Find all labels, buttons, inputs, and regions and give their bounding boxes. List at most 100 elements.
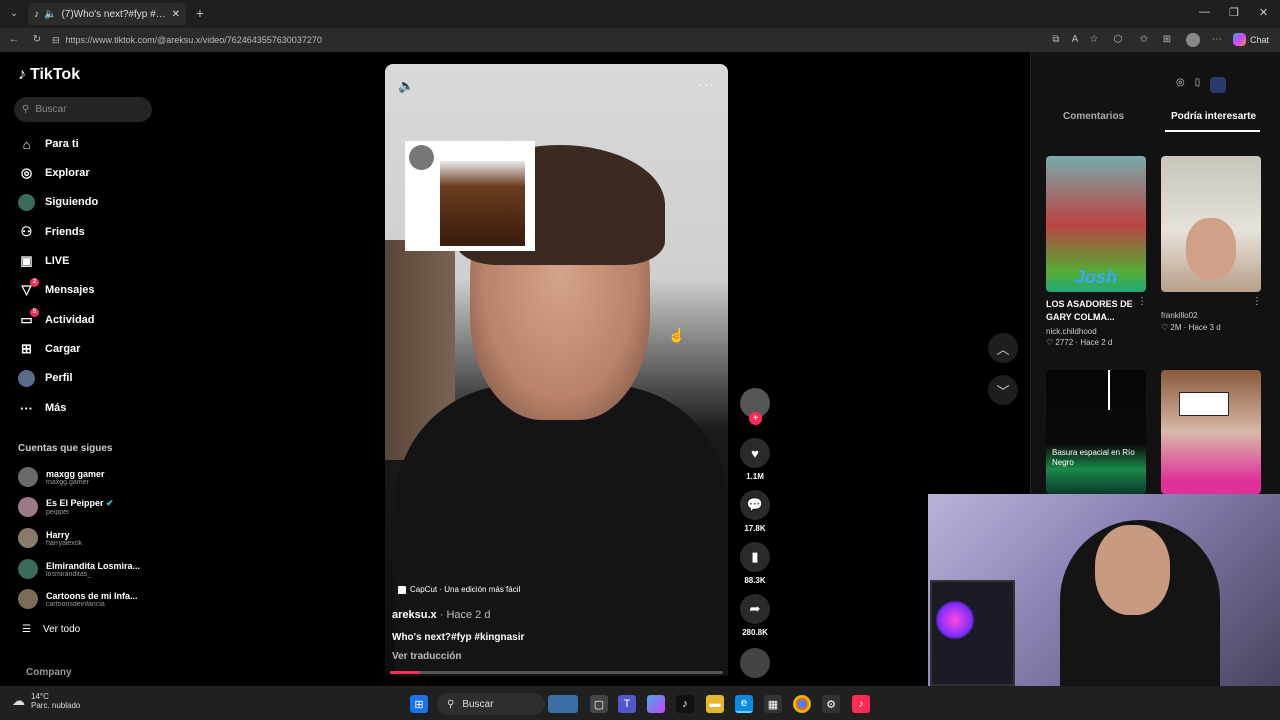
capcut-tag[interactable]: CapCut · Una edición más fácil — [398, 585, 520, 594]
suggested-thumb[interactable] — [1161, 370, 1261, 494]
like-button[interactable]: ♥ 1.1M — [738, 438, 772, 481]
sound-disc-button[interactable] — [738, 648, 772, 678]
taskbar-search[interactable]: ⚲ Buscar — [437, 693, 545, 715]
company-link[interactable]: Company — [26, 667, 72, 678]
comment-icon: 💬 — [740, 490, 770, 520]
suggested-card-info[interactable]: LOS ASADORES DE GARY COLMA... nick.child… — [1046, 298, 1146, 347]
nav-perfil[interactable]: Perfil — [18, 367, 168, 389]
chrome-icon[interactable] — [793, 695, 811, 713]
favorites-icon[interactable]: ✩ — [1138, 34, 1150, 46]
url-field[interactable]: ⊟ https://www.tiktok.com/@areksu.x/video… — [52, 31, 1052, 49]
active-tab-indicator — [1165, 130, 1260, 132]
nav-actividad[interactable]: ▭ 5 Actividad — [18, 307, 168, 331]
following-account[interactable]: Elmirandita Losmira... losmiranditas_ — [18, 556, 158, 582]
suggested-thumb[interactable] — [1161, 156, 1261, 292]
see-translation-link[interactable]: Ver traducción — [392, 651, 461, 662]
edge-icon[interactable]: e — [735, 695, 753, 713]
tab-comments[interactable]: Comentarios — [1063, 111, 1124, 122]
share-button[interactable]: ➦ 280.8K — [738, 594, 772, 637]
profile-avatar-icon — [18, 369, 35, 387]
nav-mas[interactable]: ··· Más — [18, 397, 168, 419]
suggested-thumb[interactable]: Josh — [1046, 156, 1146, 292]
video-more-icon[interactable]: ··· — [698, 76, 715, 92]
save-button[interactable]: ▮ 88.3K — [738, 542, 772, 585]
avatar — [18, 467, 38, 487]
profile-avatar-icon[interactable] — [1186, 33, 1200, 47]
collections-icon[interactable]: ⊞ — [1161, 34, 1173, 46]
webcam-neon-fan — [935, 600, 975, 640]
tiktok-app-icon[interactable]: ♪ — [676, 695, 694, 713]
favorite-star-icon[interactable]: ☆ — [1088, 34, 1100, 46]
device-icon[interactable]: ▯ — [1195, 77, 1201, 93]
close-tab-icon[interactable]: ✕ — [172, 9, 180, 20]
file-explorer-icon[interactable]: ▬ — [706, 695, 724, 713]
avatar — [18, 559, 38, 579]
nav-friends[interactable]: ⚇ Friends — [18, 221, 168, 243]
url-text: https://www.tiktok.com/@areksu.x/video/7… — [65, 35, 322, 45]
minimize-button[interactable]: — — [1199, 6, 1210, 18]
store-icon[interactable]: ▦ — [764, 695, 782, 713]
previous-video-button[interactable]: ︿ — [988, 333, 1018, 363]
back-icon[interactable]: ← — [8, 34, 20, 46]
settings-gear-icon[interactable]: ⚙ — [822, 695, 840, 713]
tab-list-icon[interactable]: ⌄ — [8, 8, 20, 20]
close-window-button[interactable]: ✕ — [1259, 6, 1268, 19]
teams-icon[interactable]: T — [618, 695, 636, 713]
widgets-icon[interactable] — [548, 695, 578, 713]
video-author[interactable]: areksu.x · Hace 2 d — [392, 609, 490, 621]
follow-plus-icon[interactable]: + — [749, 412, 762, 425]
following-avatar-icon — [18, 193, 35, 211]
hand-cursor-icon: ☝ — [668, 327, 686, 343]
tab-suggested[interactable]: Podría interesarte — [1171, 111, 1256, 122]
webcam-person-head — [1095, 525, 1170, 615]
menu-dots-icon[interactable]: ⋯ — [1211, 34, 1223, 46]
copilot-icon[interactable] — [647, 695, 665, 713]
nav-mensajes[interactable]: ▽ 2 Mensajes — [18, 277, 168, 301]
next-video-button[interactable]: ﹀ — [988, 375, 1018, 405]
heart-outline-icon: ♡ — [1046, 338, 1054, 347]
copilot-chat-button[interactable]: Chat — [1233, 33, 1269, 46]
following-account[interactable]: Harry harryalexok — [18, 525, 158, 551]
following-account[interactable]: Es El Peipper ✔ peipper — [18, 494, 158, 520]
windows-start-icon[interactable]: ⊞ — [410, 695, 428, 713]
video-progress-bar[interactable] — [390, 671, 723, 674]
search-input[interactable]: ⚲ Buscar — [14, 97, 152, 122]
new-tab-button[interactable]: + — [194, 6, 206, 20]
site-info-icon[interactable]: ⊟ — [52, 35, 60, 46]
nav-para-ti[interactable]: ⌂ Para ti — [18, 133, 168, 155]
pip-icon[interactable]: ◎ — [1176, 77, 1185, 93]
nav-cargar[interactable]: ⊞ Cargar — [18, 338, 168, 360]
video-caption: Who's next?#fyp #kingnasir — [392, 632, 525, 643]
following-section-title: Cuentas que sigues — [18, 443, 113, 454]
speaker-icon[interactable]: 🔈 — [44, 9, 56, 20]
nav-siguiendo[interactable]: Siguiendo — [18, 191, 168, 213]
comment-button[interactable]: 💬 17.8K — [738, 490, 772, 533]
translate-icon[interactable]: A — [1069, 34, 1081, 46]
maximize-button[interactable]: ❐ — [1229, 6, 1239, 19]
nav-live[interactable]: ▣ LIVE — [18, 250, 168, 272]
weather-widget[interactable]: ☁ 14°C Parc. nublado — [12, 692, 80, 710]
task-view-icon[interactable]: ▢ — [590, 695, 608, 713]
reload-icon[interactable]: ↻ — [31, 34, 43, 46]
volume-icon[interactable]: 🔈 — [398, 78, 414, 94]
see-all-link[interactable]: ☰ Ver todo — [22, 624, 80, 635]
suggested-thumb[interactable]: Basura espacial en Río Negro — [1046, 370, 1146, 494]
tiktok-logo[interactable]: ♪ TikTok — [18, 66, 80, 84]
search-icon: ⚲ — [447, 698, 455, 710]
tiktok-pinned-icon[interactable]: ♪ — [852, 695, 870, 713]
panel-avatar-icon[interactable] — [1210, 77, 1227, 93]
verified-badge-icon: ✔ — [106, 498, 114, 508]
extensions-icon[interactable]: ⬡ — [1112, 34, 1124, 46]
card-more-icon[interactable]: ⋮ — [1252, 296, 1262, 307]
search-icon: ⚲ — [22, 104, 30, 115]
nav-explorar[interactable]: ◎ Explorar — [18, 162, 168, 184]
following-account[interactable]: maxgg gamer maxgg.gamer — [18, 464, 158, 490]
live-icon: ▣ — [20, 253, 33, 268]
suggested-card-info[interactable]: frankillo02 ♡ 2M · Hace 3 d — [1161, 311, 1261, 332]
open-in-app-icon[interactable]: ⧉ — [1050, 34, 1062, 46]
following-account[interactable]: Cartoons de mi Infa... cartoonsdeinfancia — [18, 586, 158, 612]
creator-avatar-button[interactable]: + — [738, 388, 772, 425]
card-more-icon[interactable]: ⋮ — [1137, 296, 1147, 307]
browser-tab-active[interactable]: ♪ 🔈 (7)Who's next?#fyp #kingnas ✕ — [28, 3, 186, 25]
chevron-up-icon: ︿ — [996, 341, 1010, 357]
